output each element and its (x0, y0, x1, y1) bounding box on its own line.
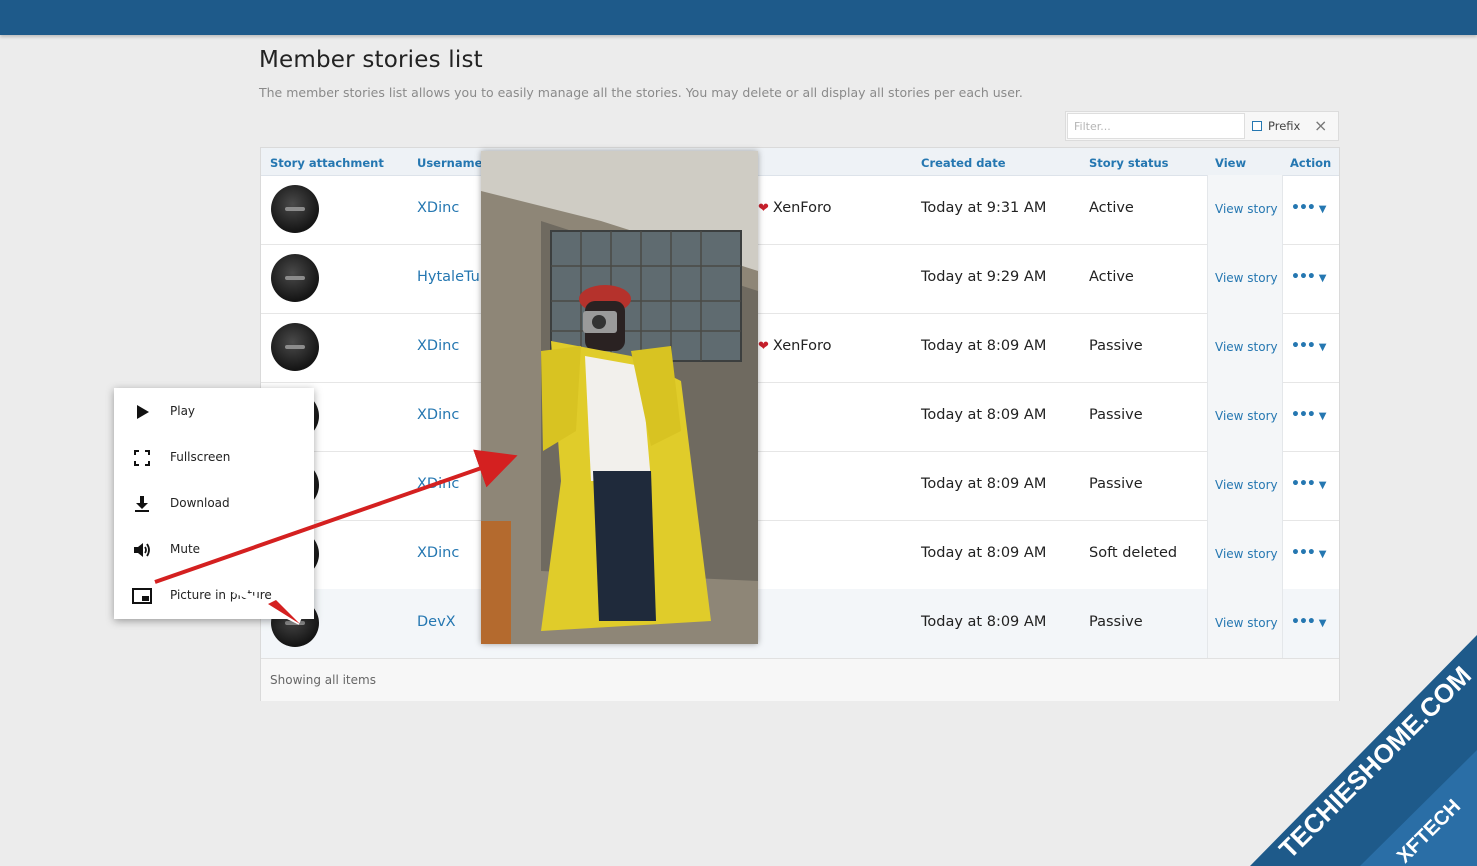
column-action: Action (1290, 156, 1332, 170)
more-icon[interactable]: ••• (1291, 269, 1316, 285)
story-thumbnail[interactable] (271, 185, 319, 233)
column-view: View (1215, 156, 1247, 170)
action-menu-button[interactable]: ••• ▼ (1291, 407, 1326, 423)
view-story-link[interactable]: View story (1215, 202, 1278, 216)
view-story-link[interactable]: View story (1215, 547, 1278, 561)
column-created-date[interactable]: Created date (921, 156, 1006, 170)
table-footer (261, 658, 1339, 701)
stories-table: Story attachment Username Created date S… (260, 147, 1340, 701)
menu-item-fullscreen[interactable]: Fullscreen (114, 434, 314, 480)
column-story-attachment[interactable]: Story attachment (270, 156, 384, 170)
menu-item-play[interactable]: Play (114, 388, 314, 434)
heart-icon: ❤ (758, 200, 769, 216)
forum-label: ❤ XenForo (758, 200, 832, 216)
table-row: XDinc Today at 8:09 AM Passive View stor… (261, 451, 1339, 521)
menu-item-download[interactable]: Download (114, 480, 314, 526)
forum-name: XenForo (772, 338, 832, 354)
created-date: Today at 8:09 AM (921, 338, 1047, 354)
view-story-link[interactable]: View story (1215, 409, 1278, 423)
table-row: HytaleTur Today at 9:29 AM Active View s… (261, 244, 1339, 314)
chevron-down-icon[interactable]: ▼ (1319, 273, 1327, 284)
action-menu-button[interactable]: ••• ▼ (1291, 269, 1326, 285)
created-date: Today at 8:09 AM (921, 407, 1047, 423)
chevron-down-icon[interactable]: ▼ (1319, 480, 1327, 491)
action-menu-button[interactable]: ••• ▼ (1291, 476, 1326, 492)
more-icon[interactable]: ••• (1291, 338, 1316, 354)
chevron-down-icon[interactable]: ▼ (1319, 342, 1327, 353)
username-link[interactable]: HytaleTur (417, 269, 486, 285)
menu-item-label: Download (170, 496, 230, 510)
username-link[interactable]: XDinc (417, 476, 459, 492)
story-status: Passive (1089, 338, 1143, 354)
top-nav-bar (0, 0, 1477, 35)
table-row: XDinc Today at 8:09 AM Soft deleted View… (261, 520, 1339, 590)
clear-filter-button[interactable]: × (1314, 116, 1327, 135)
story-photo (481, 151, 758, 644)
username-link[interactable]: XDinc (417, 407, 459, 423)
username-link[interactable]: XDinc (417, 200, 459, 216)
table-row: XDinc ❤ XenForo Today at 9:31 AM Active V… (261, 175, 1339, 245)
story-status: Passive (1089, 407, 1143, 423)
menu-item-label: Mute (170, 542, 201, 556)
volume-icon (134, 543, 150, 557)
filter-input[interactable] (1067, 113, 1245, 139)
story-status: Active (1089, 200, 1134, 216)
chevron-down-icon[interactable]: ▼ (1319, 411, 1327, 422)
prefix-checkbox[interactable]: Prefix (1252, 119, 1300, 133)
menu-item-picture-in-picture[interactable]: Picture in picture (114, 572, 314, 618)
fullscreen-icon (134, 450, 150, 466)
forum-label: ❤ XenForo (758, 338, 832, 354)
view-story-link[interactable]: View story (1215, 478, 1278, 492)
table-row: XDinc ❤ XenForo Today at 8:09 AM Passive … (261, 313, 1339, 383)
more-icon[interactable]: ••• (1291, 200, 1316, 216)
prefix-label: Prefix (1268, 119, 1301, 133)
forum-name: XenForo (772, 200, 832, 216)
download-icon (135, 496, 149, 512)
table-row: DevX Today at 8:09 AM Passive View story… (261, 589, 1339, 659)
watermark: TECHIESHOME.COM XFTECH (1220, 620, 1477, 866)
menu-item-label: Fullscreen (170, 450, 231, 464)
story-thumbnail[interactable] (271, 254, 319, 302)
items-count: Showing all items (270, 673, 376, 687)
username-link[interactable]: DevX (417, 614, 456, 630)
view-story-link[interactable]: View story (1215, 340, 1278, 354)
view-story-link[interactable]: View story (1215, 271, 1278, 285)
more-icon[interactable]: ••• (1291, 545, 1316, 561)
heart-icon: ❤ (758, 338, 769, 354)
action-menu-button[interactable]: ••• ▼ (1291, 338, 1326, 354)
action-menu-button[interactable]: ••• ▼ (1291, 200, 1326, 216)
watermark-logo: TECHIESHOME.COM XFTECH (1250, 635, 1477, 866)
menu-item-label: Picture in picture (170, 588, 272, 602)
menu-item-mute[interactable]: Mute (114, 526, 314, 572)
play-icon (137, 405, 149, 419)
created-date: Today at 8:09 AM (921, 545, 1047, 561)
table-row: XDinc Today at 8:09 AM Passive View stor… (261, 382, 1339, 452)
story-status: Passive (1089, 476, 1143, 492)
page-title: Member stories list (259, 47, 483, 73)
story-thumbnail[interactable] (271, 323, 319, 371)
more-icon[interactable]: ••• (1291, 407, 1316, 423)
story-status: Soft deleted (1089, 545, 1178, 561)
page-description: The member stories list allows you to ea… (259, 85, 1023, 100)
username-link[interactable]: XDinc (417, 545, 459, 561)
created-date: Today at 8:09 AM (921, 476, 1047, 492)
story-status: Active (1089, 269, 1134, 285)
created-date: Today at 9:29 AM (921, 269, 1047, 285)
column-username[interactable]: Username (417, 156, 482, 170)
created-date: Today at 8:09 AM (921, 614, 1047, 630)
action-menu-button[interactable]: ••• ▼ (1291, 545, 1326, 561)
menu-item-label: Play (170, 404, 196, 418)
more-icon[interactable]: ••• (1291, 476, 1316, 492)
story-preview-image[interactable] (481, 151, 758, 644)
column-story-status[interactable]: Story status (1089, 156, 1168, 170)
username-link[interactable]: XDinc (417, 338, 459, 354)
story-status: Passive (1089, 614, 1143, 630)
table-header: Story attachment Username Created date S… (261, 148, 1339, 176)
picture-in-picture-icon (132, 588, 152, 604)
video-context-menu: Play Fullscreen Download Mute Picture in… (114, 388, 314, 619)
chevron-down-icon[interactable]: ▼ (1319, 549, 1327, 560)
chevron-down-icon[interactable]: ▼ (1319, 204, 1327, 215)
checkbox-icon[interactable] (1252, 121, 1262, 131)
created-date: Today at 9:31 AM (921, 200, 1047, 216)
